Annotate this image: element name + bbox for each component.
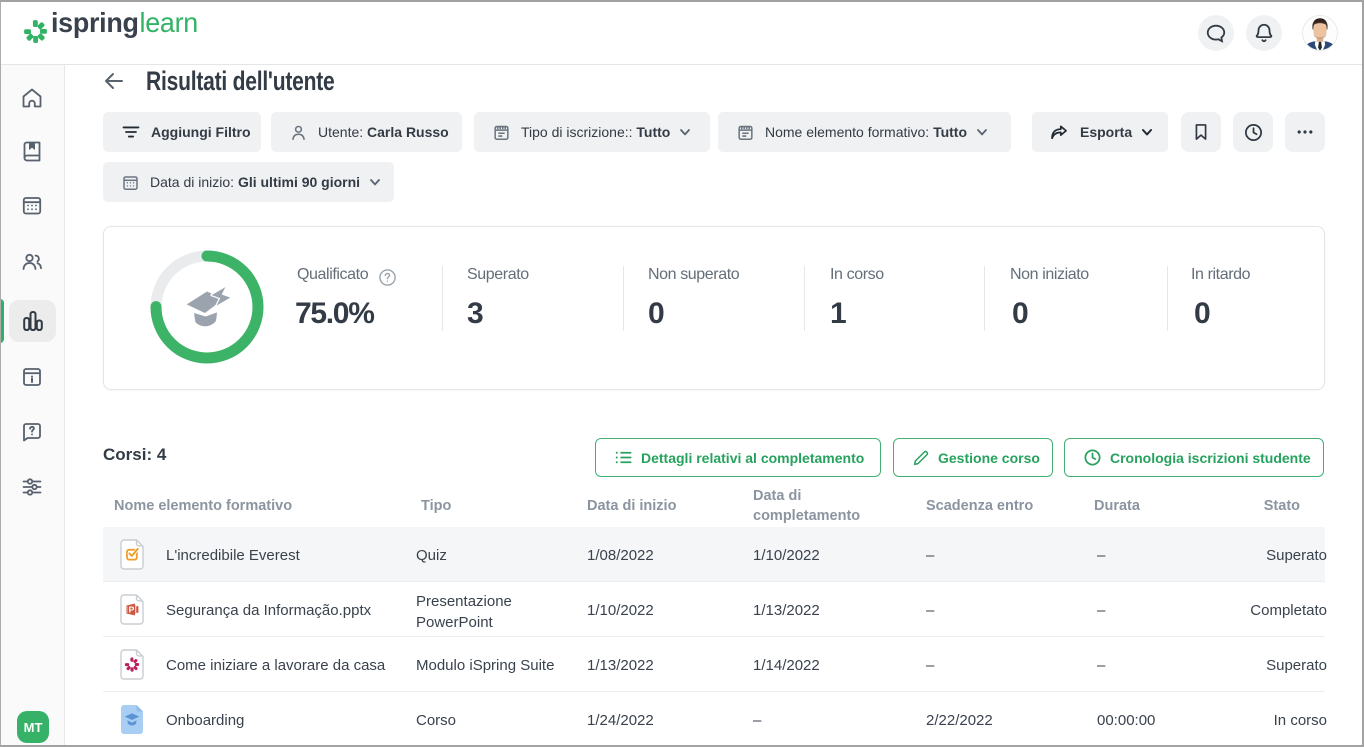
svg-text:P: P xyxy=(129,605,135,615)
